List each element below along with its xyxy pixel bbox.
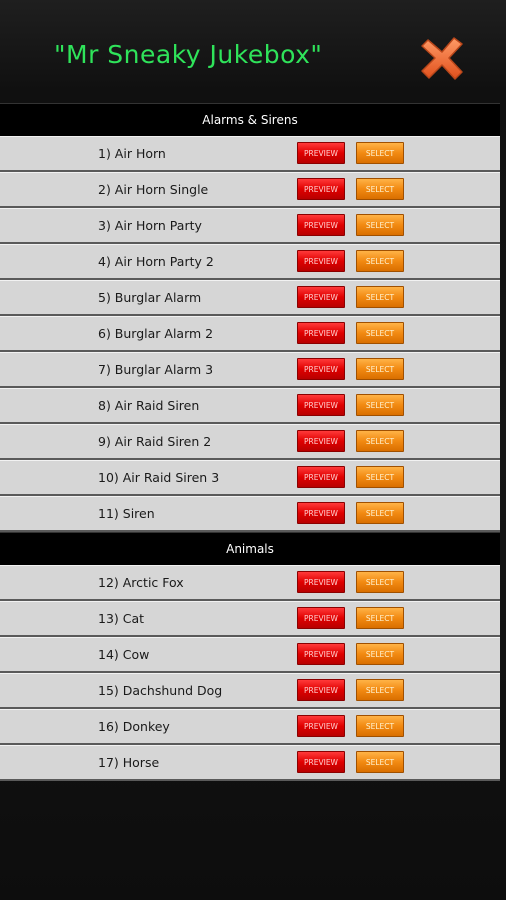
preview-button[interactable]: PREVIEW (297, 643, 345, 665)
select-button[interactable]: SELECT (356, 502, 404, 524)
preview-button[interactable]: PREVIEW (297, 715, 345, 737)
sound-name: 4) Air Horn Party 2 (98, 254, 214, 269)
sound-name: 3) Air Horn Party (98, 218, 202, 233)
sound-name: 9) Air Raid Siren 2 (98, 434, 212, 449)
sound-row: 8) Air Raid Siren PREVIEW SELECT (0, 388, 500, 424)
sound-name: 2) Air Horn Single (98, 182, 209, 197)
sound-row: 10) Air Raid Siren 3 PREVIEW SELECT (0, 460, 500, 496)
sound-name: 13) Cat (98, 611, 145, 626)
app-screen: "Mr Sneaky Jukebox" Alarms & Sirens 1) Ai… (0, 0, 506, 900)
select-button[interactable]: SELECT (356, 250, 404, 272)
sound-name: 8) Air Raid Siren (98, 398, 200, 413)
preview-button[interactable]: PREVIEW (297, 142, 345, 164)
app-header: "Mr Sneaky Jukebox" (0, 0, 506, 103)
sound-row: 14) Cow PREVIEW SELECT (0, 637, 500, 673)
sound-row: 9) Air Raid Siren 2 PREVIEW SELECT (0, 424, 500, 460)
sound-row: 3) Air Horn Party PREVIEW SELECT (0, 208, 500, 244)
preview-button[interactable]: PREVIEW (297, 466, 345, 488)
sound-name: 12) Arctic Fox (98, 575, 184, 590)
sound-name: 15) Dachshund Dog (98, 683, 223, 698)
select-button[interactable]: SELECT (356, 643, 404, 665)
select-button[interactable]: SELECT (356, 751, 404, 773)
sound-name: 14) Cow (98, 647, 150, 662)
select-button[interactable]: SELECT (356, 394, 404, 416)
sound-row: 17) Horse PREVIEW SELECT (0, 745, 500, 781)
preview-button[interactable]: PREVIEW (297, 679, 345, 701)
sound-list: Alarms & Sirens 1) Air Horn PREVIEW SELECT 2… (0, 103, 506, 781)
sound-row: 1) Air Horn PREVIEW SELECT (0, 136, 500, 172)
sound-row: 13) Cat PREVIEW SELECT (0, 601, 500, 637)
sound-row: 11) Siren PREVIEW SELECT (0, 496, 500, 532)
select-button[interactable]: SELECT (356, 178, 404, 200)
preview-button[interactable]: PREVIEW (297, 358, 345, 380)
select-button[interactable]: SELECT (356, 679, 404, 701)
select-button[interactable]: SELECT (356, 286, 404, 308)
sound-row: 12) Arctic Fox PREVIEW SELECT (0, 565, 500, 601)
preview-button[interactable]: PREVIEW (297, 322, 345, 344)
sound-name: 11) Siren (98, 506, 155, 521)
select-button[interactable]: SELECT (356, 430, 404, 452)
select-button[interactable]: SELECT (356, 214, 404, 236)
preview-button[interactable]: PREVIEW (297, 394, 345, 416)
preview-button[interactable]: PREVIEW (297, 607, 345, 629)
preview-button[interactable]: PREVIEW (297, 286, 345, 308)
select-button[interactable]: SELECT (356, 607, 404, 629)
sound-row: 6) Burglar Alarm 2 PREVIEW SELECT (0, 316, 500, 352)
sound-row: 4) Air Horn Party 2 PREVIEW SELECT (0, 244, 500, 280)
select-button[interactable]: SELECT (356, 358, 404, 380)
preview-button[interactable]: PREVIEW (297, 178, 345, 200)
preview-button[interactable]: PREVIEW (297, 751, 345, 773)
app-title: "Mr Sneaky Jukebox" (54, 40, 323, 69)
sound-name: 1) Air Horn (98, 146, 166, 161)
sound-row: 16) Donkey PREVIEW SELECT (0, 709, 500, 745)
sound-name: 6) Burglar Alarm 2 (98, 326, 214, 341)
sound-name: 17) Horse (98, 755, 160, 770)
sound-row: 5) Burglar Alarm PREVIEW SELECT (0, 280, 500, 316)
close-button[interactable] (418, 34, 466, 82)
sound-name: 5) Burglar Alarm (98, 290, 202, 305)
preview-button[interactable]: PREVIEW (297, 571, 345, 593)
preview-button[interactable]: PREVIEW (297, 430, 345, 452)
sound-name: 16) Donkey (98, 719, 170, 734)
select-button[interactable]: SELECT (356, 571, 404, 593)
select-button[interactable]: SELECT (356, 322, 404, 344)
section-header: Alarms & Sirens (0, 103, 500, 136)
sound-row: 15) Dachshund Dog PREVIEW SELECT (0, 673, 500, 709)
select-button[interactable]: SELECT (356, 466, 404, 488)
sound-name: 7) Burglar Alarm 3 (98, 362, 214, 377)
preview-button[interactable]: PREVIEW (297, 250, 345, 272)
section-header: Animals (0, 532, 500, 565)
close-x-icon (421, 37, 463, 80)
sound-name: 10) Air Raid Siren 3 (98, 470, 220, 485)
select-button[interactable]: SELECT (356, 142, 404, 164)
select-button[interactable]: SELECT (356, 715, 404, 737)
preview-button[interactable]: PREVIEW (297, 502, 345, 524)
sound-row: 7) Burglar Alarm 3 PREVIEW SELECT (0, 352, 500, 388)
preview-button[interactable]: PREVIEW (297, 214, 345, 236)
sound-row: 2) Air Horn Single PREVIEW SELECT (0, 172, 500, 208)
